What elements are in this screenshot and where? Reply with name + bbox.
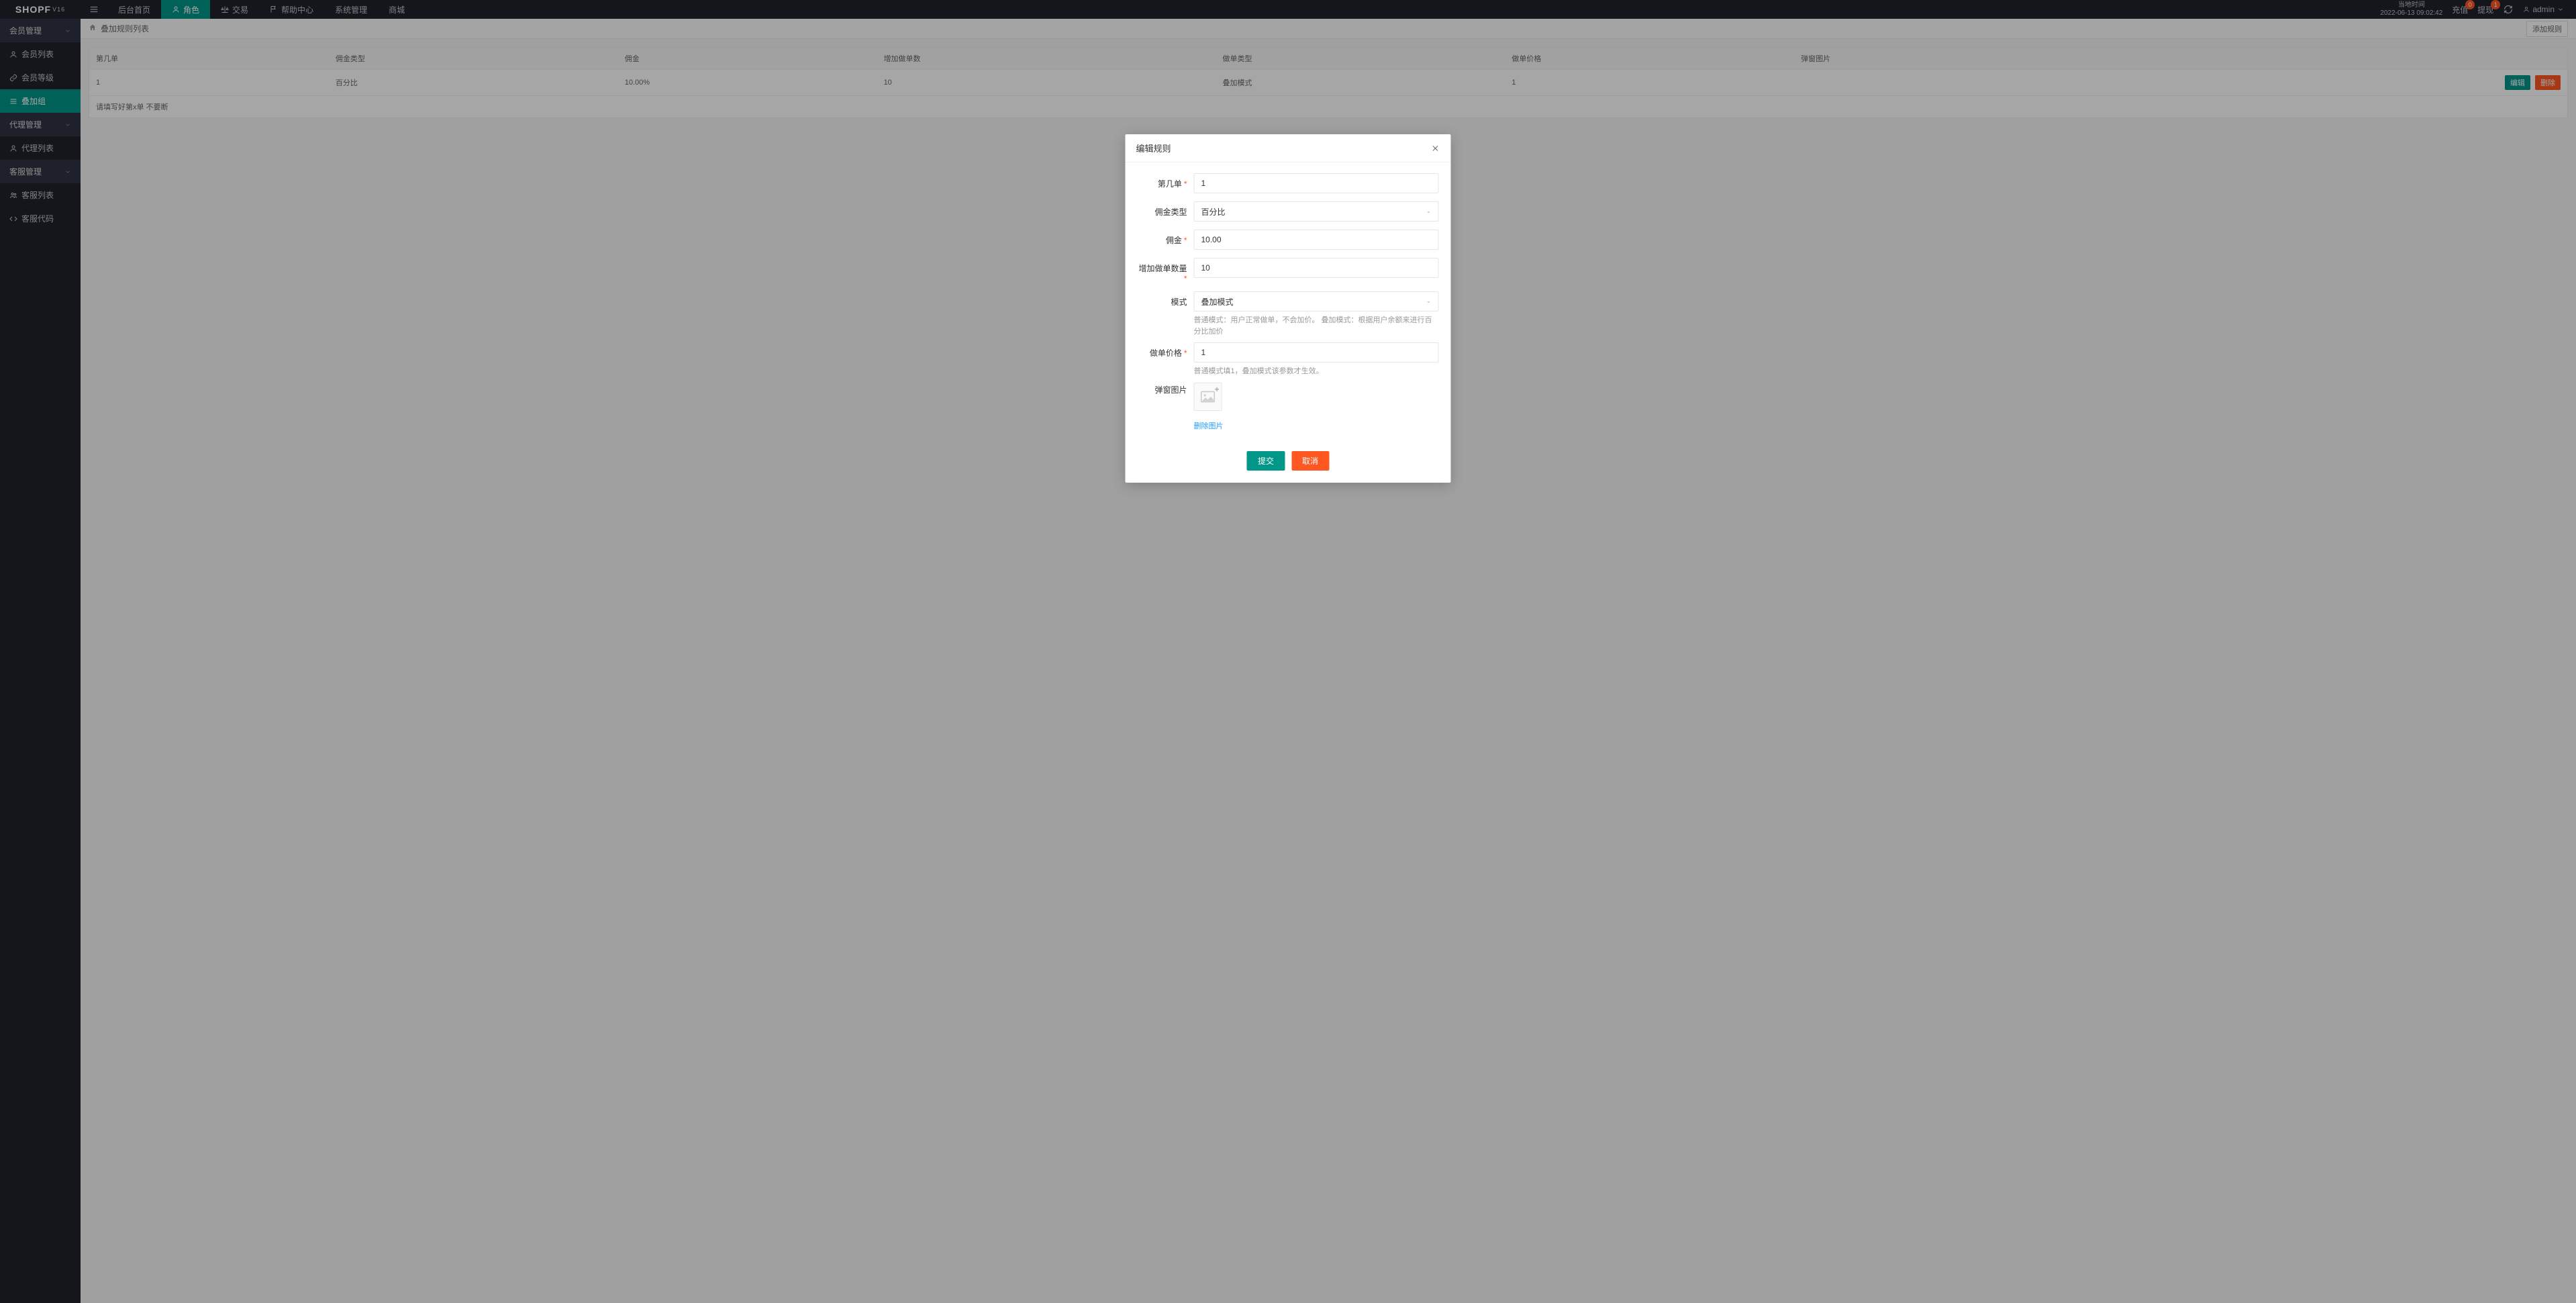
modal-close-button[interactable] xyxy=(1431,144,1440,153)
input-order-no[interactable] xyxy=(1194,173,1439,193)
field-mode: 模式 叠加模式 普通模式：用户正常做单，不会加价。 叠加模式：根据用户余额来进行… xyxy=(1138,291,1439,337)
required-mark: * xyxy=(1184,274,1187,283)
upload-image-button[interactable]: + xyxy=(1194,383,1222,411)
remove-image-link[interactable]: 删除图片 xyxy=(1194,420,1224,431)
helper-price: 普通模式填1，叠加模式该参数才生效。 xyxy=(1194,366,1439,377)
cancel-button[interactable]: 取消 xyxy=(1291,451,1329,471)
label-add-count: 增加做单数量 xyxy=(1138,264,1187,273)
close-icon xyxy=(1432,144,1440,152)
plus-icon: + xyxy=(1214,385,1219,394)
field-commission: 佣金* xyxy=(1138,230,1439,250)
helper-mode: 普通模式：用户正常做单，不会加价。 叠加模式：根据用户余额来进行百分比加价 xyxy=(1194,315,1439,337)
input-commission[interactable] xyxy=(1194,230,1439,250)
required-mark: * xyxy=(1184,348,1187,358)
field-comm-type: 佣金类型 百分比 xyxy=(1138,201,1439,222)
submit-button[interactable]: 提交 xyxy=(1247,451,1285,471)
field-order-no: 第几单* xyxy=(1138,173,1439,193)
input-order-price[interactable] xyxy=(1194,342,1439,363)
modal-footer: 提交 取消 xyxy=(1126,444,1451,483)
label-mode: 模式 xyxy=(1171,297,1187,307)
label-popup-img: 弹窗图片 xyxy=(1154,385,1187,395)
field-order-price: 做单价格* 普通模式填1，叠加模式该参数才生效。 xyxy=(1138,342,1439,377)
label-comm-type: 佣金类型 xyxy=(1154,207,1187,217)
modal-body: 第几单* 佣金类型 百分比 佣金* 增加做单数量* 模式 xyxy=(1126,162,1451,444)
select-mode[interactable]: 叠加模式 xyxy=(1194,291,1439,311)
label-order-no: 第几单 xyxy=(1158,179,1182,189)
field-add-count: 增加做单数量* xyxy=(1138,258,1439,283)
field-popup-img: 弹窗图片 + 删除图片 xyxy=(1138,383,1439,431)
label-commission: 佣金 xyxy=(1166,236,1182,245)
edit-rule-modal: 编辑规则 第几单* 佣金类型 百分比 佣金* 增加做单数量* xyxy=(1126,134,1451,483)
required-mark: * xyxy=(1184,179,1187,189)
input-add-count[interactable] xyxy=(1194,258,1439,278)
select-comm-type[interactable]: 百分比 xyxy=(1194,201,1439,222)
select-mode-value: 叠加模式 xyxy=(1201,296,1234,307)
modal-title: 编辑规则 xyxy=(1136,142,1171,154)
modal-header: 编辑规则 xyxy=(1126,134,1451,162)
label-order-price: 做单价格 xyxy=(1150,348,1182,358)
select-comm-type-value: 百分比 xyxy=(1201,206,1226,218)
required-mark: * xyxy=(1184,236,1187,245)
